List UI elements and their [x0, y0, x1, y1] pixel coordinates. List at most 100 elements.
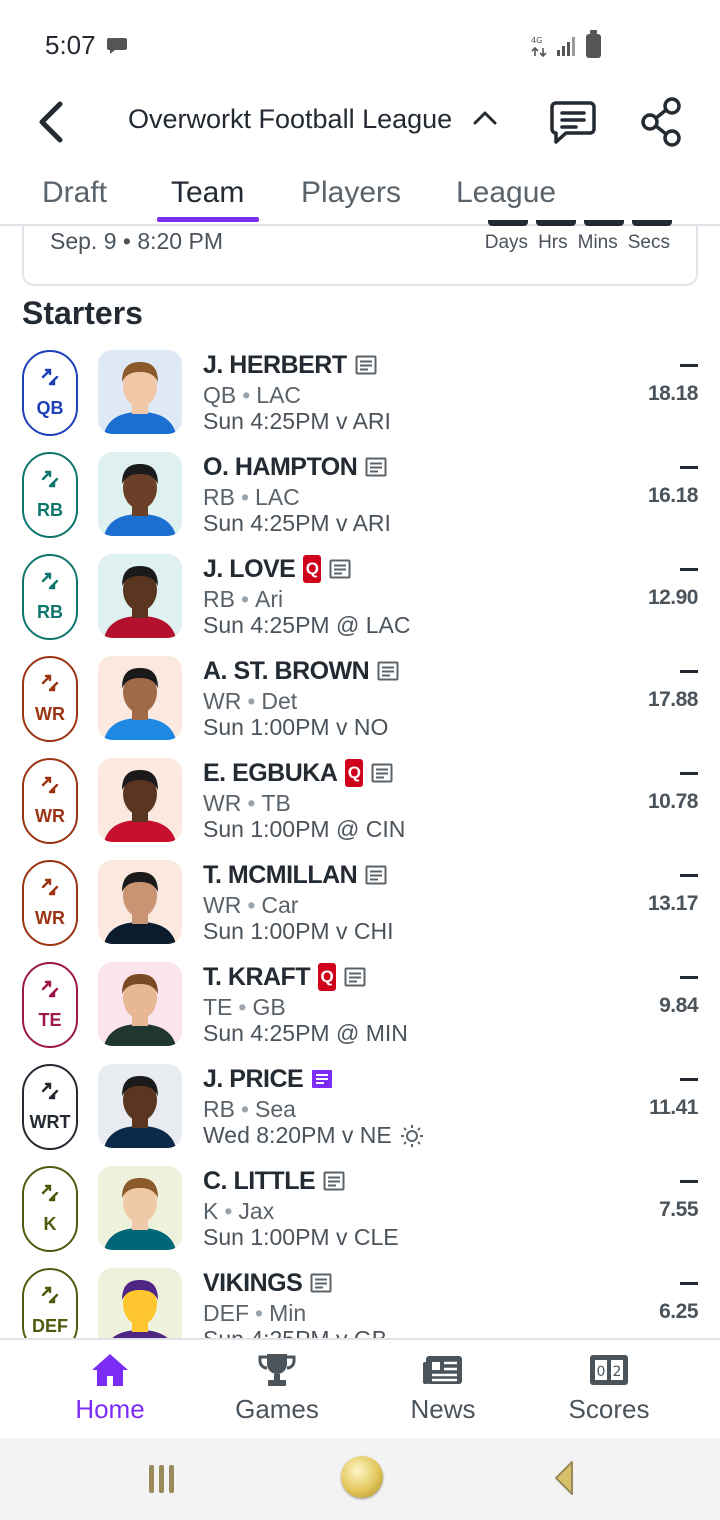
- player-name[interactable]: O. HAMPTON: [203, 453, 358, 482]
- player-avatar[interactable]: [98, 1064, 182, 1148]
- actual-points-dash: [680, 1180, 698, 1183]
- player-row[interactable]: WRT J. PRICE RB • Sea Wed 8:20PM v NE 11.4…: [0, 1062, 720, 1164]
- position-label: QB: [36, 398, 64, 418]
- share-icon[interactable]: [638, 96, 686, 148]
- projected-points: 6.25: [659, 1300, 698, 1323]
- player-name[interactable]: T. KRAFT: [203, 963, 311, 992]
- game-time: Sun 4:25PM v ARI: [203, 408, 391, 434]
- position-swap-button[interactable]: QB: [22, 350, 78, 436]
- home-icon: [92, 1354, 128, 1386]
- recents-icon[interactable]: [146, 1462, 178, 1496]
- player-position: RB: [203, 586, 235, 612]
- player-row[interactable]: DEF VIKINGS DEF•Min Sun 4:25PM v GB 6.25: [0, 1266, 720, 1338]
- tab-league[interactable]: League: [456, 176, 556, 210]
- player-row[interactable]: K C. LITTLE K • Jax Sun 1:00PM v CLE 7.55: [0, 1164, 720, 1266]
- nav-home[interactable]: Home: [20, 1340, 200, 1438]
- player-name-row: J. HERBERT: [203, 350, 377, 380]
- player-avatar[interactable]: [98, 860, 182, 944]
- position-swap-button[interactable]: K: [22, 1166, 78, 1252]
- player-note-icon[interactable]: [310, 1273, 332, 1293]
- player-name[interactable]: J. HERBERT: [203, 351, 347, 380]
- player-avatar[interactable]: [98, 962, 182, 1046]
- player-name[interactable]: VIKINGS: [203, 1269, 303, 1298]
- player-name[interactable]: C. LITTLE: [203, 1167, 316, 1196]
- player-position-team: RB • Sea: [203, 1096, 296, 1123]
- player-game-info: Sun 1:00PM @ CIN: [203, 816, 405, 843]
- player-note-icon[interactable]: [344, 967, 366, 987]
- chevron-up-icon[interactable]: [472, 108, 498, 128]
- position-label: DEF: [32, 1316, 68, 1336]
- countdown-boxes: [488, 220, 672, 226]
- player-avatar[interactable]: [98, 452, 182, 536]
- player-note-icon[interactable]: [371, 763, 393, 783]
- countdown-hours-box: [536, 220, 576, 226]
- player-note-icon[interactable]: [365, 457, 387, 477]
- position-swap-button[interactable]: WRT: [22, 1064, 78, 1150]
- player-row[interactable]: WR E. EGBUKA Q WR • TB Sun 1:00PM @ CIN 10…: [0, 756, 720, 858]
- player-avatar[interactable]: [98, 1268, 182, 1338]
- swap-arrows-icon: [41, 980, 59, 998]
- player-name[interactable]: J. LOVE: [203, 555, 296, 584]
- player-name-row: C. LITTLE: [203, 1166, 345, 1196]
- nav-news-label: News: [410, 1394, 476, 1424]
- player-row[interactable]: QB J. HERBERT QB • LAC Sun 4:25PM v ARI 18…: [0, 348, 720, 450]
- player-note-icon[interactable]: [355, 355, 377, 375]
- tab-bar: Draft Team Players League: [0, 170, 720, 226]
- swap-arrows-icon: [41, 470, 59, 488]
- player-headshot-image: [104, 566, 176, 638]
- player-game-info: Sun 4:25PM v ARI: [203, 408, 391, 435]
- player-row[interactable]: WR A. ST. BROWN WR • Det Sun 1:00PM v NO 1…: [0, 654, 720, 756]
- player-row[interactable]: WR T. MCMILLAN WR • Car Sun 1:00PM v CHI 1…: [0, 858, 720, 960]
- player-avatar[interactable]: [98, 350, 182, 434]
- player-position-team: RB • LAC: [203, 484, 300, 511]
- nav-news[interactable]: News: [353, 1340, 533, 1438]
- game-time: Sun 4:25PM @ MIN: [203, 1020, 408, 1046]
- actual-points-dash: [680, 568, 698, 571]
- player-note-icon[interactable]: [311, 1069, 333, 1089]
- position-swap-button[interactable]: DEF: [22, 1268, 78, 1338]
- player-note-icon[interactable]: [329, 559, 351, 579]
- player-name[interactable]: A. ST. BROWN: [203, 657, 370, 686]
- player-row[interactable]: RB O. HAMPTON RB • LAC Sun 4:25PM v ARI 16…: [0, 450, 720, 552]
- tab-players[interactable]: Players: [301, 176, 401, 210]
- player-team: Car: [261, 892, 299, 918]
- position-swap-button[interactable]: WR: [22, 656, 78, 742]
- position-swap-button[interactable]: RB: [22, 452, 78, 538]
- player-name-row: VIKINGS: [203, 1268, 332, 1298]
- position-swap-button[interactable]: WR: [22, 860, 78, 946]
- nav-scores[interactable]: 0 2 Scores: [519, 1340, 699, 1438]
- position-swap-button[interactable]: RB: [22, 554, 78, 640]
- player-row[interactable]: TE T. KRAFT Q TE • GB Sun 4:25PM @ MIN 9.8…: [0, 960, 720, 1062]
- separator-dot: •: [255, 1300, 264, 1326]
- position-swap-button[interactable]: TE: [22, 962, 78, 1048]
- player-row[interactable]: RB J. LOVE Q RB • Ari Sun 4:25PM @ LAC 12.…: [0, 552, 720, 654]
- tab-draft[interactable]: Draft: [42, 176, 107, 210]
- tab-team[interactable]: Team: [171, 176, 244, 210]
- actual-points-dash: [680, 466, 698, 469]
- player-name-row: O. HAMPTON: [203, 452, 387, 482]
- battery-icon: [586, 30, 601, 58]
- separator-dot: •: [247, 688, 256, 714]
- back-arrow-icon[interactable]: [30, 98, 74, 146]
- player-note-icon[interactable]: [377, 661, 399, 681]
- player-name[interactable]: J. PRICE: [203, 1065, 304, 1094]
- league-title[interactable]: Overworkt Football League: [128, 104, 452, 135]
- lte-icon: 4G: [531, 36, 547, 58]
- player-position-team: QB • LAC: [203, 382, 301, 409]
- system-back-icon[interactable]: [553, 1460, 575, 1496]
- swap-arrows-icon: [41, 1184, 59, 1202]
- player-name-row: J. PRICE: [203, 1064, 333, 1094]
- player-name[interactable]: T. MCMILLAN: [203, 861, 358, 890]
- player-avatar[interactable]: [98, 1166, 182, 1250]
- player-avatar[interactable]: [98, 758, 182, 842]
- countdown-labels: Days Hrs Mins Secs: [485, 232, 670, 254]
- player-note-icon[interactable]: [365, 865, 387, 885]
- player-avatar[interactable]: [98, 656, 182, 740]
- nav-games[interactable]: Games: [187, 1340, 367, 1438]
- player-note-icon[interactable]: [323, 1171, 345, 1191]
- player-name[interactable]: E. EGBUKA: [203, 759, 338, 788]
- player-avatar[interactable]: [98, 554, 182, 638]
- home-button-icon[interactable]: [341, 1456, 383, 1498]
- position-swap-button[interactable]: WR: [22, 758, 78, 844]
- chat-icon[interactable]: [548, 98, 598, 146]
